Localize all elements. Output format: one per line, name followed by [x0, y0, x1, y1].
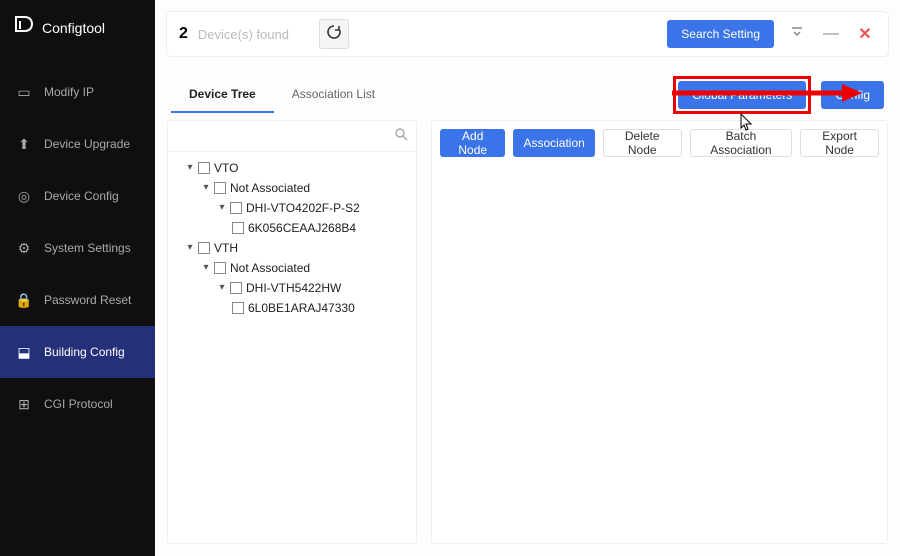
tree-label: VTO [214, 158, 238, 178]
refresh-button[interactable] [319, 19, 349, 49]
association-button[interactable]: Association [513, 129, 594, 157]
checkbox[interactable] [232, 222, 244, 234]
checkbox[interactable] [198, 242, 210, 254]
nav-label: Device Config [44, 189, 119, 203]
nav-label: Password Reset [44, 293, 131, 307]
collapse-icon[interactable]: ▾ [200, 258, 212, 278]
refresh-icon [326, 24, 342, 45]
config-button[interactable]: Config [821, 81, 884, 109]
nav-cgi-protocol[interactable]: ⊞ CGI Protocol [0, 378, 155, 430]
tree-node-vto[interactable]: ▾ VTO [172, 158, 412, 178]
device-tree-panel: ▾VTO ▾Not Associated ▾DHI-VTO4202F-P-S2 … [167, 120, 417, 544]
checkbox[interactable] [232, 302, 244, 314]
delete-node-button[interactable]: Delete Node [603, 129, 682, 157]
checkbox[interactable] [198, 162, 210, 174]
tree-node-vto-serial[interactable]: 6K056CEAAJ268B4 [172, 218, 412, 238]
content: ▾VTO ▾Not Associated ▾DHI-VTO4202F-P-S2 … [167, 120, 888, 544]
nav-modify-ip[interactable]: ▭ Modify IP [0, 66, 155, 118]
tree-label: Not Associated [230, 258, 310, 278]
tree-search-input[interactable] [172, 125, 390, 147]
tree-label: DHI-VTH5422HW [246, 278, 341, 298]
gear-icon: ◎ [14, 188, 34, 205]
add-node-button[interactable]: Add Node [440, 129, 505, 157]
monitor-icon: ▭ [14, 84, 34, 101]
nav-password-reset[interactable]: 🔒 Password Reset [0, 274, 155, 326]
tree-node-vth[interactable]: ▾ VTH [172, 238, 412, 258]
nav-device-upgrade[interactable]: ⬆ Device Upgrade [0, 118, 155, 170]
sidebar: Configtool ▭ Modify IP ⬆ Device Upgrade … [0, 0, 155, 556]
tree-node-vto-na[interactable]: ▾ Not Associated [172, 178, 412, 198]
nav-system-settings[interactable]: ⚙ System Settings [0, 222, 155, 274]
device-tree: ▾VTO ▾Not Associated ▾DHI-VTO4202F-P-S2 … [168, 152, 416, 324]
building-icon: ⬓ [14, 344, 34, 361]
nav-label: Device Upgrade [44, 137, 130, 151]
tree-node-vth-model[interactable]: ▾ DHI-VTH5422HW [172, 278, 412, 298]
brand-text: Configtool [42, 20, 105, 36]
dropdown-icon[interactable] [786, 25, 808, 44]
export-node-button[interactable]: Export Node [800, 129, 879, 157]
lock-icon: 🔒 [14, 292, 34, 309]
checkbox[interactable] [214, 182, 226, 194]
upgrade-icon: ⬆ [14, 136, 34, 153]
search-setting-button[interactable]: Search Setting [667, 20, 774, 48]
brand-icon [14, 15, 34, 41]
device-count-label: Device(s) found [198, 27, 289, 42]
collapse-icon[interactable]: ▾ [216, 278, 228, 298]
tree-label: 6L0BE1ARAJ47330 [248, 298, 355, 318]
tree-node-vth-serial[interactable]: 6L0BE1ARAJ47330 [172, 298, 412, 318]
nav-device-config[interactable]: ◎ Device Config [0, 170, 155, 222]
tree-label: Not Associated [230, 178, 310, 198]
checkbox[interactable] [230, 202, 242, 214]
close-button[interactable]: ✕ [854, 24, 876, 44]
checkbox[interactable] [214, 262, 226, 274]
settings-icon: ⚙ [14, 240, 34, 257]
annotation-highlight: Global Parameters [673, 76, 811, 114]
tree-label: 6K056CEAAJ268B4 [248, 218, 356, 238]
search-icon[interactable] [390, 127, 412, 146]
tree-label: DHI-VTO4202F-P-S2 [246, 198, 360, 218]
brand: Configtool [0, 0, 155, 56]
collapse-icon[interactable]: ▾ [216, 198, 228, 218]
action-row: Add Node Association Delete Node Batch A… [440, 129, 879, 157]
tree-label: VTH [214, 238, 238, 258]
nav-label: Building Config [44, 345, 125, 359]
tree-search [168, 121, 416, 152]
nav-label: System Settings [44, 241, 131, 255]
collapse-icon[interactable]: ▾ [184, 238, 196, 258]
collapse-icon[interactable]: ▾ [200, 178, 212, 198]
minimize-button[interactable]: — [820, 25, 842, 43]
tree-node-vth-na[interactable]: ▾ Not Associated [172, 258, 412, 278]
global-parameters-button[interactable]: Global Parameters [678, 81, 806, 109]
nav-label: CGI Protocol [44, 397, 113, 411]
topbar: 2 Device(s) found Search Setting — ✕ [167, 12, 888, 56]
tabs-row: Device Tree Association List Global Para… [167, 76, 888, 114]
collapse-icon[interactable]: ▾ [184, 158, 196, 178]
tab-device-tree[interactable]: Device Tree [171, 77, 274, 113]
tab-association-list[interactable]: Association List [274, 77, 393, 113]
grid-icon: ⊞ [14, 396, 34, 413]
tree-node-vto-model[interactable]: ▾ DHI-VTO4202F-P-S2 [172, 198, 412, 218]
main: 2 Device(s) found Search Setting — ✕ Dev… [155, 0, 900, 556]
nav-building-config[interactable]: ⬓ Building Config [0, 326, 155, 378]
right-panel: Add Node Association Delete Node Batch A… [431, 120, 888, 544]
nav-label: Modify IP [44, 85, 94, 99]
device-count: 2 [179, 25, 188, 43]
checkbox[interactable] [230, 282, 242, 294]
batch-association-button[interactable]: Batch Association [690, 129, 793, 157]
nav: ▭ Modify IP ⬆ Device Upgrade ◎ Device Co… [0, 66, 155, 430]
